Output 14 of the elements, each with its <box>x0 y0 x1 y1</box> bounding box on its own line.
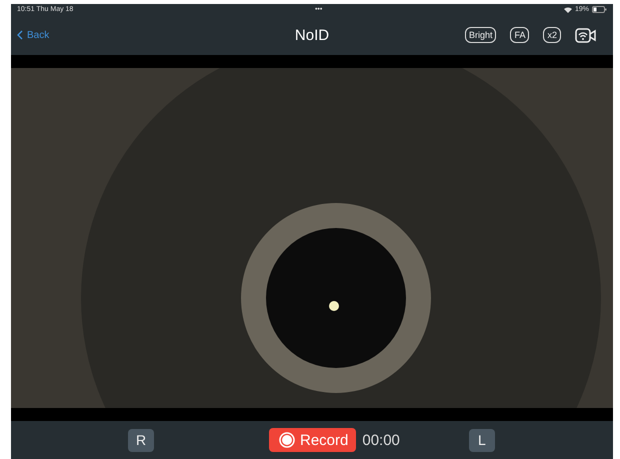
chevron-left-icon <box>17 30 23 40</box>
record-timer: 00:00 <box>362 432 400 448</box>
record-button[interactable]: Record <box>269 428 356 452</box>
left-button[interactable]: L <box>468 428 495 452</box>
page-title: NoID <box>294 26 330 44</box>
record-icon <box>279 432 295 448</box>
toolbar-button[interactable]: FA <box>510 27 530 43</box>
wifi-camera-icon[interactable] <box>575 28 597 42</box>
wifi-icon <box>564 6 572 12</box>
toolbar-button[interactable]: x2 <box>543 27 561 43</box>
right-button[interactable]: R <box>128 428 154 452</box>
toolbar-button[interactable]: Bright <box>464 27 496 43</box>
back-link[interactable]: Back <box>17 30 50 40</box>
battery-icon <box>592 6 607 13</box>
